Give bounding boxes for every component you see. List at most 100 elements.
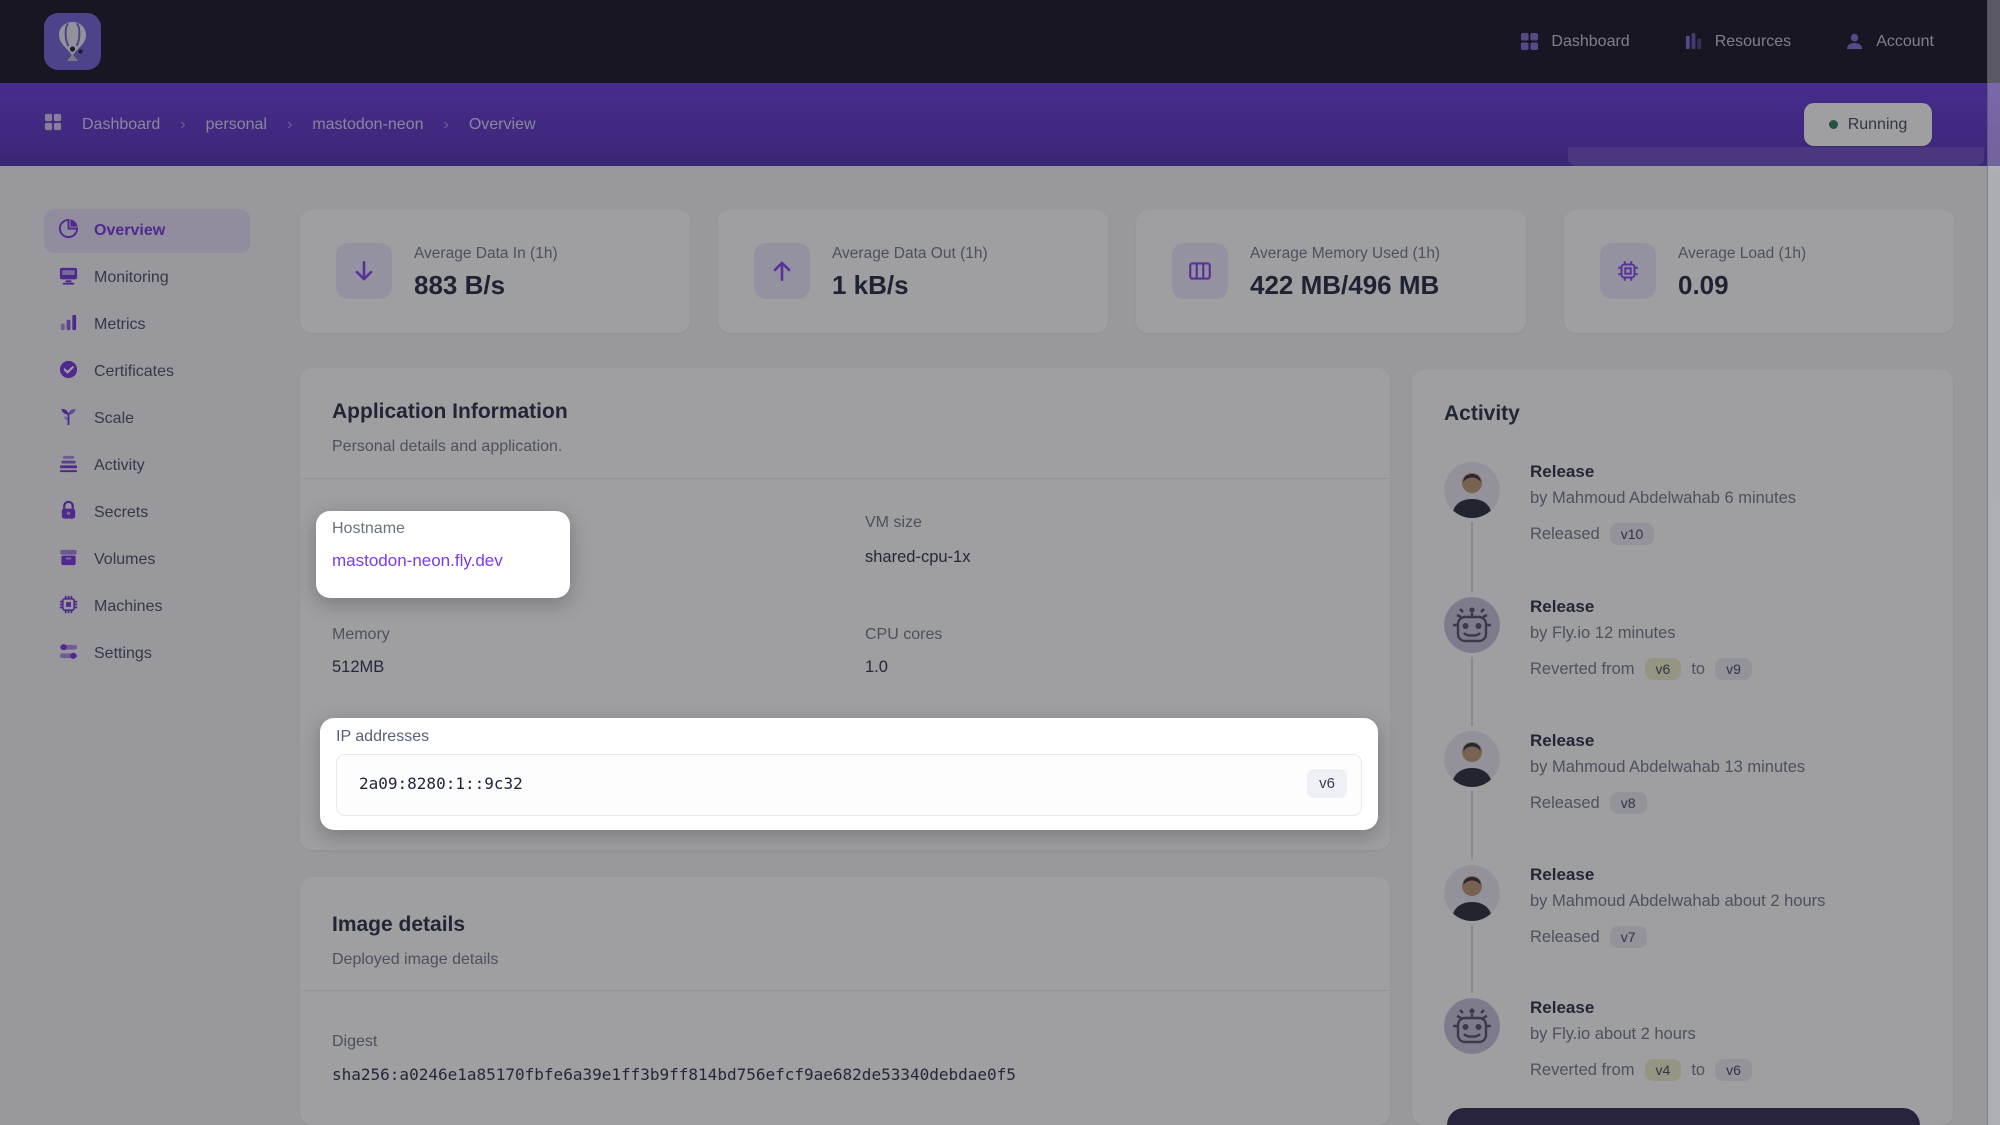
sidebar-item-scale[interactable]: Scale	[44, 397, 250, 441]
action-text: Released	[1530, 928, 1600, 947]
arrow-up-icon	[754, 243, 810, 299]
action-to-text: to	[1691, 660, 1705, 679]
action-text: Reverted from	[1530, 660, 1635, 679]
timeline-connector	[1471, 657, 1473, 726]
memory-label: Memory	[332, 626, 390, 644]
bar-chart-icon	[1684, 32, 1703, 51]
cpu-cores-label: CPU cores	[865, 626, 942, 644]
ip-address-row[interactable]: 2a09:8280:1::9c32 v6	[336, 754, 1362, 816]
vm-size-value: shared-cpu-1x	[865, 548, 970, 567]
sidebar-label: Volumes	[94, 551, 155, 569]
user-avatar	[1444, 731, 1500, 787]
robot-avatar	[1444, 597, 1500, 653]
sidebar-label: Machines	[94, 598, 162, 616]
grid-icon	[44, 113, 62, 136]
version-badge: v8	[1610, 792, 1647, 814]
topnav-account-label: Account	[1876, 33, 1934, 51]
sidebar-item-overview[interactable]: Overview	[44, 209, 250, 253]
sidebar-item-metrics[interactable]: Metrics	[44, 303, 250, 347]
flyio-logo[interactable]	[44, 13, 101, 70]
version-badge-from: v4	[1645, 1059, 1682, 1081]
topnav-dashboard[interactable]: Dashboard	[1520, 32, 1629, 51]
action-text: Reverted from	[1530, 1061, 1635, 1080]
topnav-account[interactable]: Account	[1845, 32, 1934, 51]
stat-card-memory: Average Memory Used (1h) 422 MB/496 MB	[1136, 210, 1526, 333]
sidebar-item-volumes[interactable]: Volumes	[44, 538, 250, 582]
card-title: Application Information	[332, 400, 568, 424]
stat-label: Average Memory Used (1h)	[1250, 245, 1440, 263]
release-title: Release	[1530, 865, 1594, 885]
badge-check-icon	[58, 359, 79, 385]
timeline-connector	[1471, 791, 1473, 860]
status-badge[interactable]: Running	[1804, 103, 1932, 146]
cpu-icon	[1600, 243, 1656, 299]
sidebar-label: Certificates	[94, 363, 174, 381]
stat-value: 422 MB/496 MB	[1250, 270, 1439, 301]
chevron-right-icon: ›	[180, 116, 185, 134]
breadcrumb-personal[interactable]: personal	[206, 116, 267, 134]
sprout-icon	[58, 406, 79, 432]
cpu-cores-value: 1.0	[865, 658, 888, 677]
stat-value: 883 B/s	[414, 270, 505, 301]
stat-label: Average Load (1h)	[1678, 245, 1806, 263]
timeline-connector	[1471, 925, 1473, 993]
dashboard-grid-icon	[1520, 32, 1539, 51]
action-text: Released	[1530, 794, 1600, 813]
hostname-link[interactable]: mastodon-neon.fly.dev	[332, 551, 503, 571]
scrollbar-thumb[interactable]	[1990, 170, 1999, 500]
release-byline: by Mahmoud Abdelwahab about 2 hours	[1530, 892, 1825, 911]
sidebar-item-certificates[interactable]: Certificates	[44, 350, 250, 394]
card-subtitle: Deployed image details	[332, 951, 498, 969]
view-activity-button[interactable]	[1447, 1108, 1920, 1125]
version-badge-to: v9	[1715, 658, 1752, 680]
top-navigation-bar: Dashboard Resources Account	[0, 0, 2000, 83]
status-dot-icon	[1829, 120, 1838, 129]
sidebar-item-secrets[interactable]: Secrets	[44, 491, 250, 535]
stat-card-data-out: Average Data Out (1h) 1 kB/s	[718, 210, 1108, 333]
release-title: Release	[1530, 998, 1594, 1018]
topnav-resources-label: Resources	[1715, 33, 1791, 51]
stat-value: 0.09	[1678, 270, 1729, 301]
vm-size-label: VM size	[865, 514, 922, 532]
digest-value: sha256:a0246e1a85170fbfe6a39e1ff3b9ff814…	[332, 1065, 1016, 1084]
release-action: Released v10	[1530, 523, 1654, 545]
timeline-connector	[1471, 522, 1473, 592]
memory-icon	[1172, 243, 1228, 299]
breadcrumb-dashboard[interactable]: Dashboard	[82, 116, 160, 134]
scrollbar[interactable]	[1987, 0, 2000, 1125]
breadcrumb-overview[interactable]: Overview	[469, 116, 536, 134]
chevron-right-icon: ›	[444, 116, 449, 134]
stat-label: Average Data Out (1h)	[832, 245, 988, 263]
sidebar-label: Metrics	[94, 316, 146, 334]
menu-peek-strip	[1568, 147, 1984, 166]
archive-box-icon	[58, 547, 79, 573]
activity-lines-icon	[58, 453, 79, 479]
sidebar-label: Monitoring	[94, 269, 169, 287]
card-subtitle: Personal details and application.	[332, 438, 562, 456]
version-badge: v10	[1610, 523, 1655, 545]
pie-chart-icon	[58, 218, 79, 244]
chevron-right-icon: ›	[287, 116, 292, 134]
breadcrumb-app[interactable]: mastodon-neon	[312, 116, 423, 134]
version-badge-from: v6	[1645, 658, 1682, 680]
sidebar-label: Scale	[94, 410, 134, 428]
version-badge: v7	[1610, 926, 1647, 948]
ip-addresses-spotlight: IP addresses 2a09:8280:1::9c32 v6	[320, 718, 1378, 830]
activity-title: Activity	[1444, 402, 1520, 426]
sidebar-item-machines[interactable]: Machines	[44, 585, 250, 629]
memory-value: 512MB	[332, 658, 384, 677]
stat-card-data-in: Average Data In (1h) 883 B/s	[300, 210, 690, 333]
sidebar-label: Secrets	[94, 504, 148, 522]
sidebar-item-settings[interactable]: Settings	[44, 632, 250, 676]
topnav-menu: Dashboard Resources Account	[1520, 0, 1934, 83]
stat-value: 1 kB/s	[832, 270, 909, 301]
metrics-bars-icon	[58, 312, 79, 338]
topnav-resources[interactable]: Resources	[1684, 32, 1791, 51]
divider	[300, 478, 1390, 479]
sidebar-item-monitoring[interactable]: Monitoring	[44, 256, 250, 300]
sidebar-item-activity[interactable]: Activity	[44, 444, 250, 488]
release-title: Release	[1530, 731, 1594, 751]
lock-icon	[58, 500, 79, 526]
card-title: Image details	[332, 913, 465, 937]
release-action: Released v8	[1530, 792, 1647, 814]
